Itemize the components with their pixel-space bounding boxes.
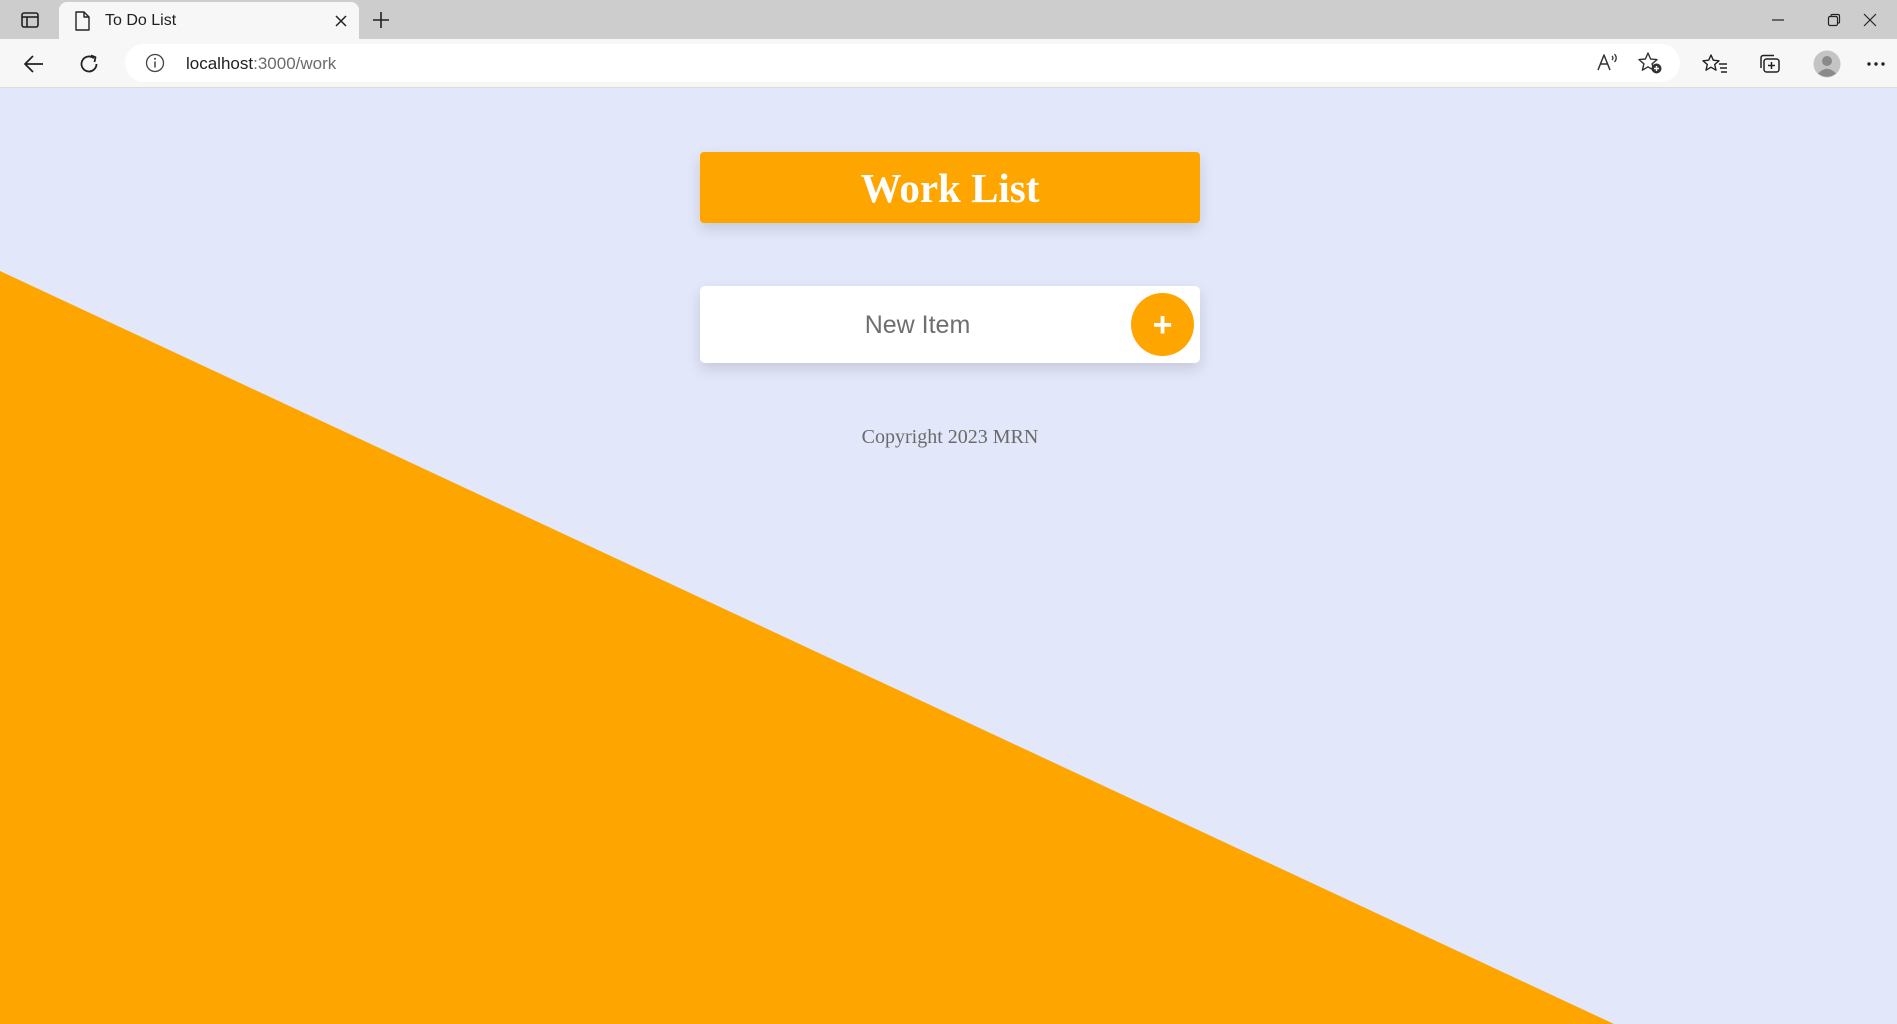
document-icon [75, 11, 90, 31]
orange-diagonal-background [0, 271, 1614, 1024]
copyright-text: Copyright 2023 MRN [861, 426, 1039, 448]
footer: Copyright 2023 MRN [700, 426, 1200, 449]
info-icon[interactable] [145, 53, 165, 73]
url-path: :3000/work [253, 54, 337, 73]
profile-avatar [1813, 50, 1841, 78]
url-text[interactable]: localhost:3000/work [186, 54, 336, 74]
close-window-icon [1863, 13, 1877, 26]
read-aloud-button[interactable] [1593, 48, 1623, 78]
new-item-form: + [700, 286, 1200, 363]
profile-button[interactable] [1811, 48, 1843, 80]
add-favorite-button[interactable] [1635, 48, 1665, 78]
close-window-button[interactable] [1862, 0, 1897, 39]
minimize-icon [1772, 18, 1784, 21]
list-heading-box: Work List [700, 152, 1200, 223]
restore-button[interactable] [1806, 0, 1862, 39]
add-favorite-icon [1638, 52, 1662, 74]
favorites-button[interactable] [1699, 48, 1731, 80]
page-content: Work List + Copyright 2023 MRN [0, 89, 1897, 1024]
address-bar[interactable]: localhost:3000/work [125, 44, 1680, 82]
reload-button[interactable] [71, 46, 107, 82]
reload-icon [80, 54, 98, 73]
back-arrow-icon [24, 55, 43, 73]
new-item-input[interactable] [720, 300, 1115, 350]
tab-strip: To Do List [0, 0, 1897, 39]
browser-toolbar: localhost:3000/work [0, 39, 1897, 88]
new-tab-button[interactable] [366, 6, 396, 34]
tab-actions-button[interactable] [12, 6, 48, 34]
more-icon [1867, 62, 1885, 66]
add-item-button[interactable]: + [1131, 293, 1194, 356]
tab-close-button[interactable] [329, 9, 353, 33]
list-heading: Work List [860, 164, 1040, 211]
collections-button[interactable] [1754, 48, 1786, 80]
browser-tab[interactable]: To Do List [59, 2, 359, 39]
tab-actions-icon [21, 12, 39, 28]
back-button[interactable] [16, 46, 52, 82]
favorites-icon [1702, 54, 1727, 73]
restore-icon [1827, 13, 1841, 26]
plus-icon [373, 12, 389, 28]
url-host: localhost [186, 54, 254, 73]
collections-icon [1760, 54, 1780, 73]
read-aloud-icon [1597, 53, 1617, 71]
close-icon [335, 15, 347, 27]
minimize-button[interactable] [1750, 0, 1806, 39]
more-button[interactable] [1866, 48, 1897, 80]
tab-title: To Do List [105, 12, 177, 29]
